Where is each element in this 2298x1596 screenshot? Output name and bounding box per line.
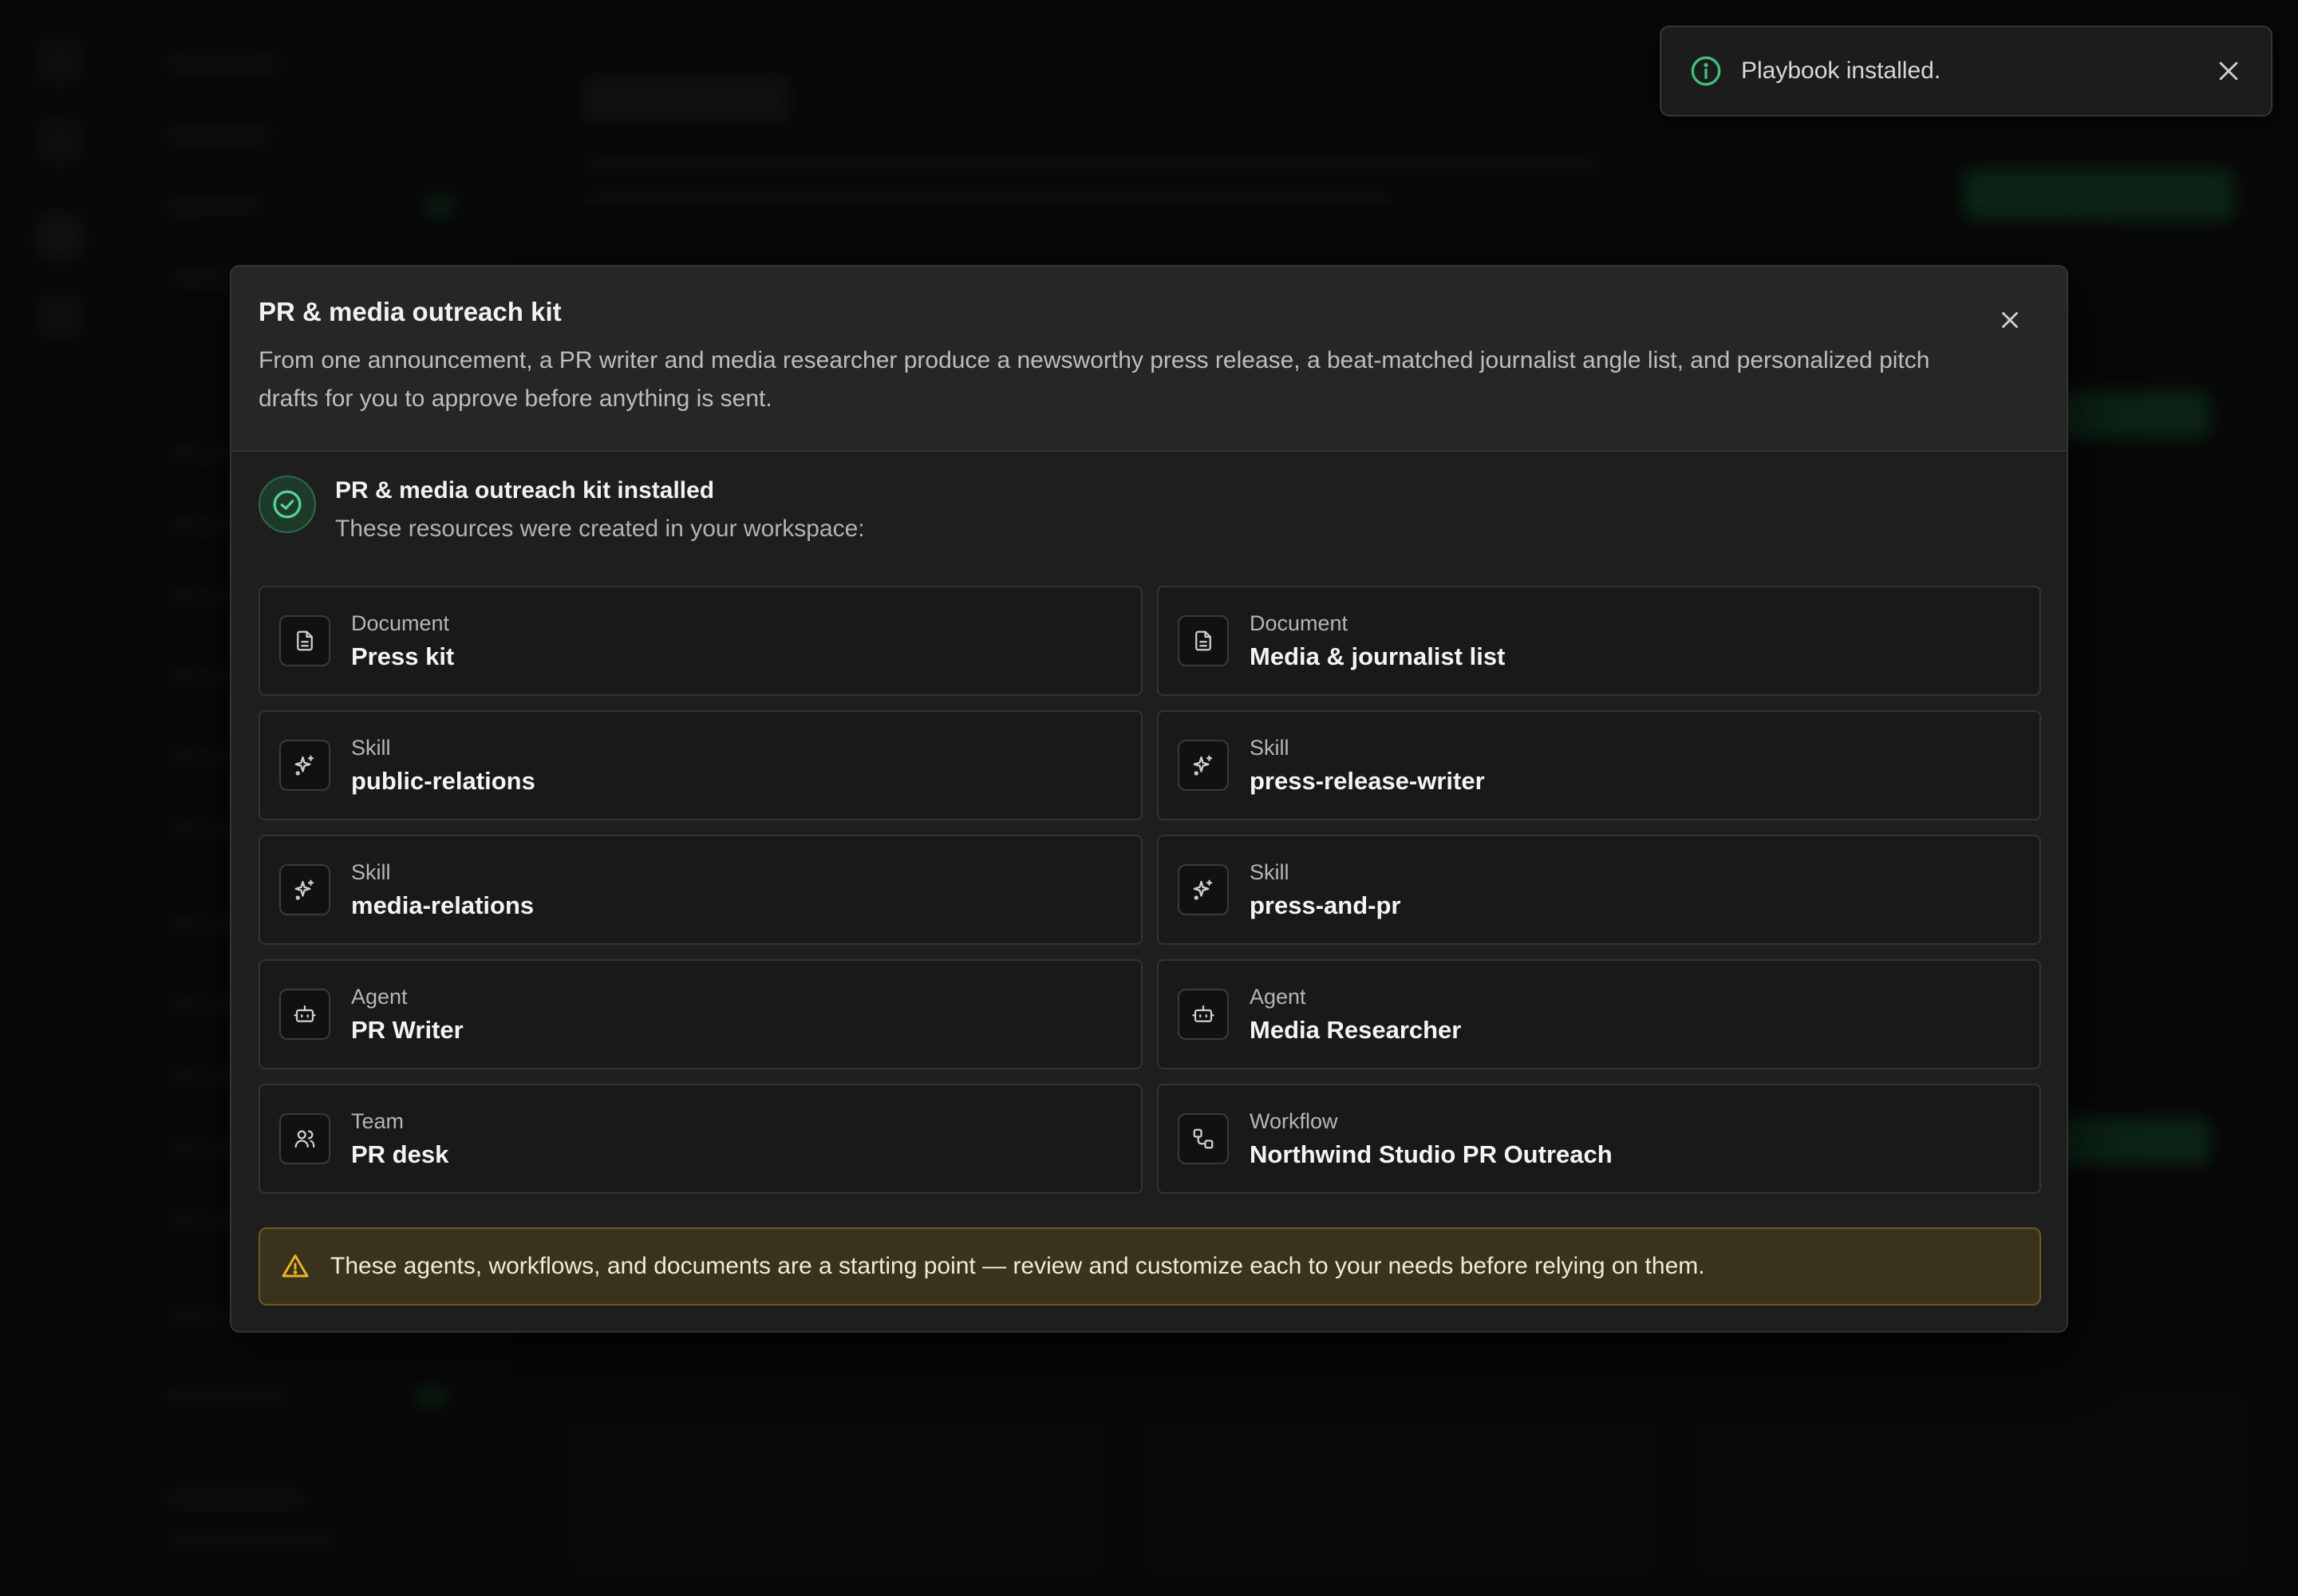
resource-type: Skill [351, 735, 391, 760]
workflow-icon [1178, 1113, 1229, 1164]
resource-card[interactable]: Agent PR Writer [259, 959, 1143, 1069]
dialog-title: PR & media outreach kit [259, 297, 562, 326]
resource-name: press-and-pr [1250, 891, 1401, 919]
resource-type: Skill [1250, 859, 1289, 884]
resource-card[interactable]: Agent Media Researcher [1157, 959, 2041, 1069]
resource-type: Document [351, 610, 450, 635]
dialog-description: From one announcement, a PR writer and m… [259, 347, 1930, 412]
resource-name: Media Researcher [1250, 1015, 1462, 1044]
resource-type: Document [1250, 610, 1348, 635]
resource-name: public-relations [351, 766, 535, 795]
sparkles-icon [279, 740, 330, 791]
resource-card[interactable]: Skill public-relations [259, 710, 1143, 820]
success-badge [259, 476, 316, 533]
resource-type: Team [351, 1108, 405, 1133]
document-icon [1178, 615, 1229, 666]
resource-type: Skill [351, 859, 391, 884]
resource-card[interactable]: Skill press-release-writer [1157, 710, 2041, 820]
toast-notification: Playbook installed. [1660, 26, 2272, 117]
resource-name: PR Writer [351, 1015, 464, 1044]
sparkles-icon [1178, 864, 1229, 915]
document-icon [279, 615, 330, 666]
resource-grid: Document Press kit Document Media & journal… [259, 586, 2041, 1194]
bot-icon [1178, 989, 1229, 1040]
resource-card[interactable]: Workflow Northwind Studio PR Outreach [1157, 1084, 2041, 1194]
resource-name: press-release-writer [1250, 766, 1485, 795]
resource-card[interactable]: Team PR desk [259, 1084, 1143, 1194]
resource-name: media-relations [351, 891, 535, 919]
resource-type: Agent [351, 984, 408, 1009]
resource-type: Workflow [1250, 1108, 1338, 1133]
resource-card[interactable]: Document Media & journalist list [1157, 586, 2041, 696]
warning-text: These agents, workflows, and documents a… [330, 1253, 1705, 1279]
install-result-dialog: PR & media outreach kit From one announc… [230, 265, 2068, 1333]
toast-close-icon[interactable] [2215, 57, 2242, 85]
resource-type: Skill [1250, 735, 1289, 760]
installed-subtitle: These resources were created in your wor… [335, 516, 865, 542]
warning-triangle-icon [282, 1254, 309, 1278]
installed-summary: PR & media outreach kit installed These … [259, 476, 865, 543]
toast-message: Playbook installed. [1741, 57, 1941, 84]
resource-name: Media & journalist list [1250, 642, 1506, 670]
resource-card[interactable]: Document Press kit [259, 586, 1143, 696]
sparkles-icon [279, 864, 330, 915]
resource-type: Agent [1250, 984, 1306, 1009]
sparkles-icon [1178, 740, 1229, 791]
installed-title: PR & media outreach kit installed [335, 477, 715, 504]
resource-name: Press kit [351, 642, 455, 670]
warning-banner: These agents, workflows, and documents a… [259, 1227, 2041, 1306]
dialog-header: PR & media outreach kit From one announc… [231, 267, 2067, 452]
check-circle-icon [273, 490, 302, 519]
resource-name: PR desk [351, 1140, 449, 1168]
resource-name: Northwind Studio PR Outreach [1250, 1140, 1613, 1168]
close-icon[interactable] [1996, 306, 2024, 334]
resource-card[interactable]: Skill press-and-pr [1157, 835, 2041, 945]
bot-icon [279, 989, 330, 1040]
info-circle-icon [1691, 56, 1721, 86]
resource-card[interactable]: Skill media-relations [259, 835, 1143, 945]
users-icon [279, 1113, 330, 1164]
